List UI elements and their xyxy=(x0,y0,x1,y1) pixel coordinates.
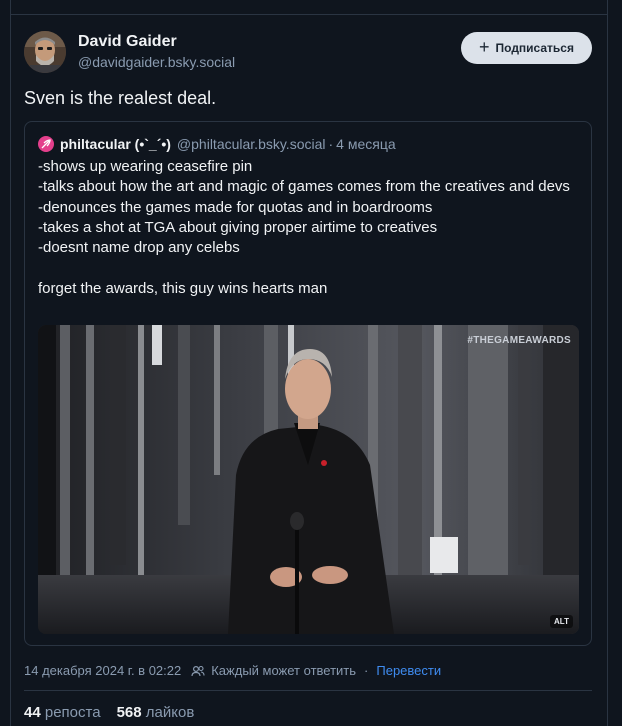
post-stats: 44 репоста 568 лайков xyxy=(24,704,194,721)
watermark-tag: #THEGAMEAWARDS xyxy=(467,335,571,346)
plus-icon: + xyxy=(479,37,490,57)
quoted-post-header: philtacular (•`_´•) @philtacular.bsky.so… xyxy=(38,136,396,152)
post-meta: 14 декабря 2024 г. в 02:22 Каждый может … xyxy=(24,663,441,678)
likes-label: лайков xyxy=(145,704,195,721)
quoted-line: -doesnt name drop any celebs xyxy=(38,239,240,257)
translate-link[interactable]: Перевести xyxy=(376,663,441,678)
people-icon xyxy=(191,665,205,677)
quoted-line-blank xyxy=(38,258,583,278)
quoted-line: forget the awards, this guy wins hearts … xyxy=(38,279,328,297)
avatar[interactable] xyxy=(24,31,66,73)
meta-separator: · xyxy=(328,136,334,152)
author-name[interactable]: David Gaider xyxy=(78,33,177,51)
follow-button-label: Подписаться xyxy=(495,41,574,55)
quoted-author-name[interactable]: philtacular (•`_´•) xyxy=(60,136,171,152)
reposts-stat[interactable]: 44 репоста xyxy=(24,704,101,721)
divider xyxy=(10,14,608,15)
likes-stat[interactable]: 568 лайков xyxy=(117,704,195,721)
follow-button[interactable]: + Подписаться xyxy=(461,32,592,64)
quoted-post[interactable]: philtacular (•`_´•) @philtacular.bsky.so… xyxy=(24,121,592,646)
quoted-author-handle[interactable]: @philtacular.bsky.social xyxy=(177,136,326,152)
quoted-line: -denounces the games made for quotas and… xyxy=(38,198,433,216)
reposts-label: репоста xyxy=(44,704,101,721)
quoted-image[interactable]: #THEGAMEAWARDS ALT xyxy=(38,325,579,634)
likes-count: 568 xyxy=(116,704,142,721)
quoted-line: -takes a shot at TGA about giving proper… xyxy=(38,218,438,236)
author-handle[interactable]: @davidgaider.bsky.social xyxy=(78,54,235,70)
reposts-count: 44 xyxy=(24,704,41,721)
quoted-line: -talks about how the art and magic of ga… xyxy=(38,178,570,196)
quoted-avatar[interactable] xyxy=(38,136,54,152)
quoted-post-time[interactable]: 4 месяца xyxy=(336,136,395,152)
quoted-line: -shows up wearing ceasefire pin xyxy=(38,158,253,175)
reply-setting: Каждый может ответить xyxy=(211,663,357,678)
post-timestamp[interactable]: 14 декабря 2024 г. в 02:22 xyxy=(24,663,181,678)
meta-dot: · xyxy=(364,663,369,678)
stage-photo xyxy=(38,325,579,634)
divider xyxy=(24,690,592,691)
feather-icon xyxy=(41,139,51,149)
alt-badge[interactable]: ALT xyxy=(550,615,573,628)
quoted-post-body: -shows up wearing ceasefire pin -talks a… xyxy=(38,157,583,299)
post-text: Sven is the realest deal. xyxy=(24,88,217,108)
